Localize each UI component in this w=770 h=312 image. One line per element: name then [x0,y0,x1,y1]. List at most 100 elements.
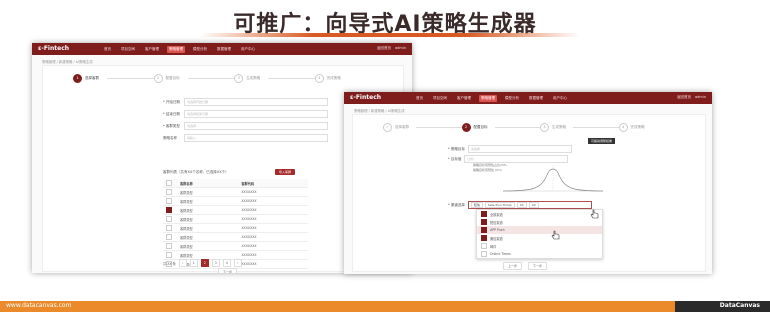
dropdown-option[interactable]: Online Times [477,250,602,258]
nav-item[interactable]: 模型分析 [191,46,209,53]
next-page-icon[interactable]: › [233,259,242,267]
row-checkbox[interactable] [166,216,172,222]
wizard-step[interactable]: 2 配置目标 [153,74,180,83]
table-row[interactable]: 客群类型XXXXXXX [163,223,308,233]
home-link[interactable]: 返回首页 [377,46,391,51]
table-row[interactable]: 客群类型XXXXXXX [163,214,308,224]
nav-item[interactable]: 首页 [414,95,425,102]
row-checkbox[interactable] [166,198,172,204]
select-all-cell[interactable] [163,179,177,188]
step-connector [107,78,154,79]
option-checkbox[interactable] [481,211,487,217]
dropdown-option[interactable]: 邮件 [477,242,602,250]
import-group-button[interactable]: 导入客群 [275,169,296,175]
row-checkbox[interactable] [166,234,172,240]
row-checkbox-cell[interactable] [163,223,177,233]
table-row[interactable]: 客群类型XXXXXXX [163,232,308,242]
selected-tag[interactable]: XX [516,202,527,208]
page-number[interactable]: 4 [222,259,231,267]
next-step-button[interactable]: 下一步 [528,262,548,270]
page-number[interactable]: 2 [200,259,209,267]
title-underline [200,33,580,37]
col-header-code[interactable]: 客群代码 [238,179,308,188]
nav-item[interactable]: 首页 [102,46,113,53]
nav-item[interactable]: 数据管理 [527,95,545,102]
form-input[interactable]: 请选择结束日期 [184,110,328,118]
form-input[interactable]: 请选择 [184,122,328,130]
page-number[interactable]: 1 [189,259,198,267]
dropdown-option[interactable]: 短信渠道 [477,218,602,226]
row-checkbox-cell[interactable] [163,241,177,251]
breadcrumb: 策略管理 / 新建策略 / AI策略生成 [354,109,405,113]
prev-step-button[interactable]: 上一步 [503,262,523,270]
step-label: 完成策略 [326,76,341,80]
selected-tag[interactable]: 短信 [470,202,483,208]
app-logo[interactable]: ε-Fintech [350,94,381,101]
row-checkbox[interactable] [166,207,172,213]
target-value-label: * 目标值 [448,156,462,161]
row-checkbox[interactable] [166,225,172,231]
option-checkbox[interactable] [481,235,487,241]
app-logo[interactable]: ε-Fintech [38,45,69,52]
row-checkbox-cell[interactable] [163,214,177,224]
wizard-step[interactable]: 3 生成策略 [540,123,566,132]
select-all-checkbox[interactable] [166,180,172,186]
table-row[interactable]: 客群类型XXXXXXX [163,205,308,215]
selected-tag[interactable]: Selection Times [484,202,515,208]
col-header-name[interactable]: 客群名称 [177,179,239,188]
nav-item[interactable]: 策略管理 [167,46,185,53]
row-checkbox[interactable] [166,243,172,249]
chart-note-2: 策略目标值预估 XX% [473,168,502,172]
nav-item[interactable]: 客户管理 [455,95,473,102]
row-checkbox[interactable] [166,252,172,258]
channel-multiselect[interactable]: 短信 Selection Times XX XX [467,201,592,209]
home-link[interactable]: 返回首页 [677,95,691,100]
strategy-target-select[interactable]: 请选择 [467,145,572,153]
next-step-button[interactable]: 下一步 [218,268,238,273]
top-nav: ε-Fintech 首页 项目空间 客户管理 策略管理 模型分析 数据管理 用户中心 返回首… [344,92,712,104]
prev-page-icon[interactable]: ‹ [178,259,187,267]
wizard-step[interactable]: 2 配置目标 [461,123,488,132]
option-checkbox[interactable] [481,227,487,233]
row-checkbox[interactable] [166,189,172,195]
wizard-step[interactable]: 4 完成策略 [618,123,645,132]
table-row[interactable]: 客群类型XXXXXXX [163,187,308,197]
table-row[interactable]: 客群类型XXXXXXX [163,241,308,251]
nav-item[interactable]: 用户中心 [239,46,257,53]
page-number[interactable]: 3 [211,259,220,267]
nav-item[interactable]: 项目空间 [119,46,137,53]
nav-item[interactable]: 策略管理 [479,95,497,102]
footer-url[interactable]: www.datacanvas.com [6,302,71,309]
step-label: 配置目标 [473,125,488,129]
nav-item[interactable]: 用户中心 [551,95,569,102]
nav-item[interactable]: 数据管理 [215,46,233,53]
wizard-step[interactable]: 3 生成策略 [234,74,260,83]
option-checkbox[interactable] [481,219,487,225]
distribution-curve[interactable] [503,161,603,193]
option-checkbox[interactable] [481,243,487,249]
user-avatar[interactable]: admin [695,95,706,100]
table-row[interactable]: 客群类型XXXXXXX [163,196,308,206]
dropdown-option[interactable]: APP Push [477,226,602,234]
row-checkbox-cell[interactable] [163,232,177,242]
selected-tag[interactable]: XX [528,202,539,208]
dropdown-option[interactable]: 全部渠道 [477,210,602,218]
row-checkbox-cell[interactable] [163,205,177,215]
dropdown-option[interactable]: 微信渠道 [477,234,602,242]
row-checkbox-cell[interactable] [163,187,177,197]
table-header-row: 客群名称 客群代码 [163,179,308,188]
option-checkbox[interactable] [481,251,487,257]
nav-item[interactable]: 模型分析 [503,95,521,102]
wizard-step[interactable]: 1 选择客群 [73,74,99,83]
wizard-step[interactable]: 4 完成策略 [314,74,341,83]
form-input[interactable]: 请输入 [184,134,328,142]
row-checkbox-cell[interactable] [163,196,177,206]
wizard-step[interactable]: ✓ 选择客群 [383,123,409,132]
nav-item[interactable]: 项目空间 [431,95,449,102]
footer-brand-block: DataCanvas [675,301,770,312]
form-input[interactable]: 请选择开始日期 [184,98,328,106]
step-connector [187,78,235,79]
group-name-cell: 客群类型 [177,187,239,197]
nav-item[interactable]: 客户管理 [143,46,161,53]
user-avatar[interactable]: admin [395,46,406,51]
